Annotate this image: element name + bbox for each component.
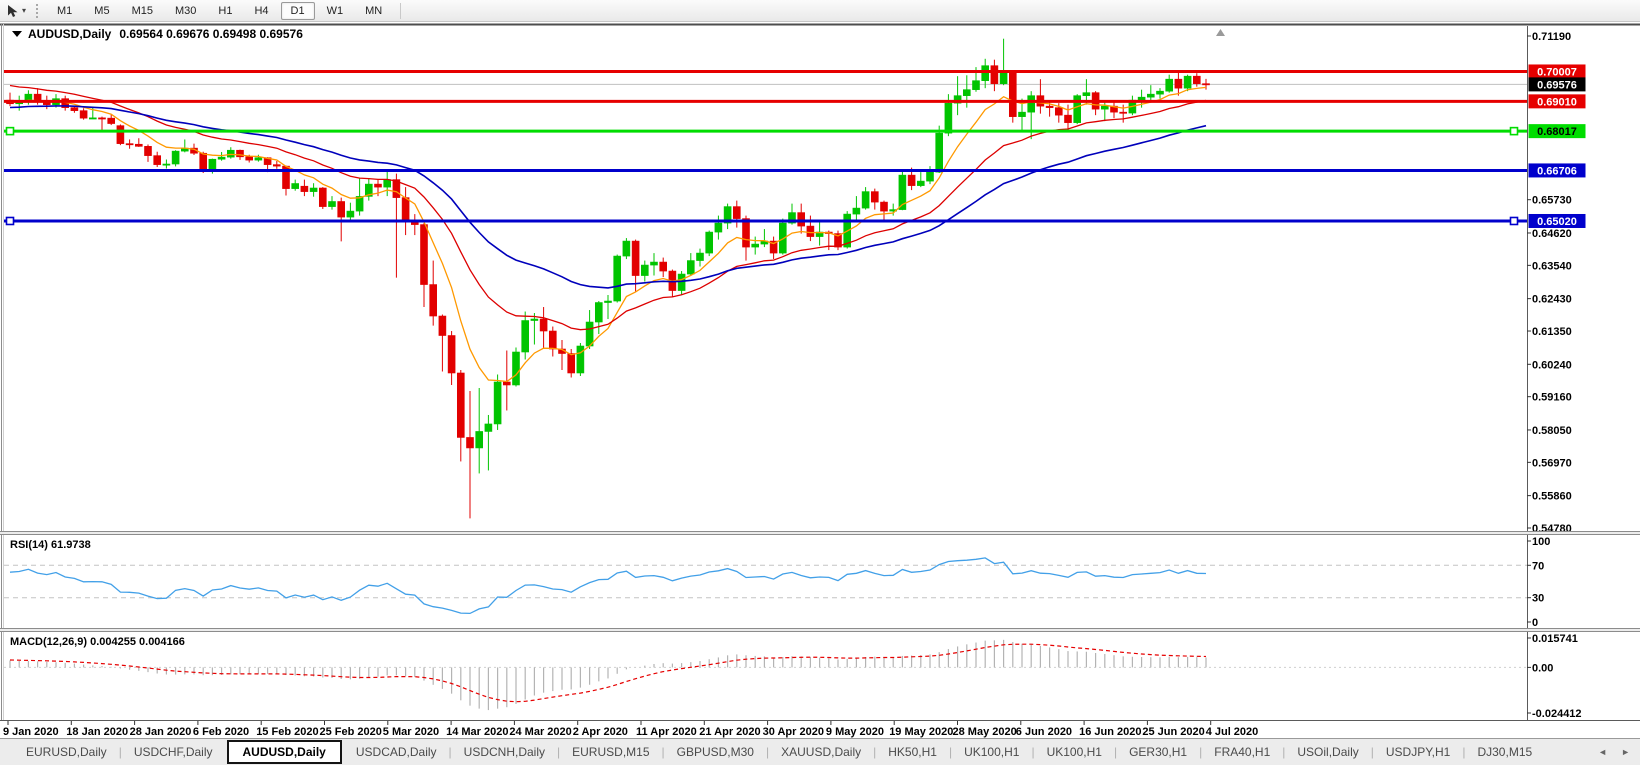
- date-tick-label: 6 Feb 2020: [193, 726, 249, 738]
- price-badge-0.68017: 0.68017: [1529, 124, 1586, 138]
- date-tick-label: 9 May 2020: [826, 726, 884, 738]
- price-badge-0.69010: 0.69010: [1529, 94, 1586, 108]
- line-drag-handle[interactable]: [7, 128, 14, 135]
- line-drag-handle[interactable]: [7, 217, 14, 224]
- tab-scroll-left-button[interactable]: ◄: [1598, 747, 1607, 757]
- date-tick-label: 25 Feb 2020: [320, 726, 382, 738]
- chart-tab-fra40-h1[interactable]: FRA40,H1: [1202, 741, 1282, 763]
- svg-text:0.65020: 0.65020: [1537, 216, 1577, 228]
- svg-text:0.68017: 0.68017: [1537, 126, 1577, 138]
- date-tick-label: 15 Feb 2020: [256, 726, 318, 738]
- chart-tab-hk50-h1[interactable]: HK50,H1: [876, 741, 949, 763]
- chart-tab-eurusd-daily[interactable]: EURUSD,Daily: [14, 741, 119, 763]
- chart-tab-uk100-h1[interactable]: UK100,H1: [1035, 741, 1114, 763]
- date-tick-label: 30 Apr 2020: [763, 726, 824, 738]
- price-tick-label: 0.65730: [1532, 195, 1572, 207]
- pointer-tool-icon: [6, 4, 20, 18]
- pane-splitter[interactable]: [0, 628, 1640, 632]
- chart-tabbar: EURUSD,Daily|USDCHF,DailyAUDUSD,DailyUSD…: [0, 738, 1640, 765]
- date-tick-label: 11 Apr 2020: [636, 726, 697, 738]
- timeframe-button-H1[interactable]: H1: [208, 2, 242, 20]
- chart-tab-eurusd-m15[interactable]: EURUSD,M15: [560, 741, 661, 763]
- toolbar-separator: [400, 3, 401, 19]
- timeframe-buttons: M1M5M15M30H1H4D1W1MN: [47, 2, 392, 20]
- date-tick-label: 19 May 2020: [889, 726, 953, 738]
- price-badge-0.66706: 0.66706: [1529, 163, 1586, 177]
- timeframe-button-M5[interactable]: M5: [84, 2, 119, 20]
- svg-text:0.69010: 0.69010: [1537, 96, 1577, 108]
- price-tick-label: 0.71190: [1532, 31, 1571, 43]
- price-tick-label: 0.62430: [1532, 294, 1572, 306]
- timeframe-button-M30[interactable]: M30: [165, 2, 206, 20]
- svg-text:0.66706: 0.66706: [1537, 165, 1577, 177]
- timeframe-button-MN[interactable]: MN: [355, 2, 392, 20]
- date-tick-label: 24 Mar 2020: [509, 726, 571, 738]
- chart-title: AUDUSD,Daily0.69564 0.69676 0.69498 0.69…: [12, 27, 303, 41]
- svg-text:0.70007: 0.70007: [1537, 66, 1577, 78]
- macd-tick-label: -0.024412: [1532, 708, 1582, 720]
- timeframe-button-M1[interactable]: M1: [47, 2, 82, 20]
- pointer-tool-button[interactable]: ▾: [3, 3, 29, 19]
- chart-tab-usdcad-daily[interactable]: USDCAD,Daily: [344, 741, 449, 763]
- rsi-tick-label: 70: [1532, 560, 1544, 572]
- chart-tab-ger30-h1[interactable]: GER30,H1: [1117, 741, 1199, 763]
- date-tick-label: 25 Jun 2020: [1142, 726, 1204, 738]
- date-tick-label: 28 Jan 2020: [130, 726, 192, 738]
- date-tick-label: 28 May 2020: [953, 726, 1017, 738]
- toolbar-grip-handle: [36, 4, 38, 18]
- chart-canvas[interactable]: AUDUSD,Daily0.69564 0.69676 0.69498 0.69…: [0, 22, 1640, 738]
- price-tick-label: 0.60240: [1532, 359, 1572, 371]
- timeframe-button-D1[interactable]: D1: [281, 2, 315, 20]
- price-tick-label: 0.55860: [1532, 491, 1572, 503]
- price-tick-label: 0.56970: [1532, 457, 1572, 469]
- macd-tick-label: 0.015741: [1532, 633, 1578, 645]
- chart-tab-usdjpy-h1[interactable]: USDJPY,H1: [1374, 741, 1462, 763]
- date-tick-label: 21 Apr 2020: [699, 726, 760, 738]
- line-drag-handle[interactable]: [1511, 217, 1518, 224]
- chart-tab-xauusd-daily[interactable]: XAUUSD,Daily: [769, 741, 873, 763]
- svg-text:AUDUSD,Daily0.69564 0.69676 0.: AUDUSD,Daily0.69564 0.69676 0.69498 0.69…: [28, 27, 303, 41]
- dropdown-caret-icon: ▾: [22, 7, 26, 15]
- price-tick-label: 0.59160: [1532, 392, 1572, 404]
- chart-tab-audusd-daily[interactable]: AUDUSD,Daily: [227, 740, 342, 764]
- price-tick-label: 0.63540: [1532, 260, 1572, 272]
- pane-splitter[interactable]: [0, 531, 1640, 535]
- timeframe-button-H4[interactable]: H4: [244, 2, 278, 20]
- svg-text:0.69576: 0.69576: [1537, 79, 1577, 91]
- rsi-tick-label: 0: [1532, 617, 1538, 629]
- rsi-label: RSI(14) 61.9738: [10, 539, 91, 551]
- chart-tab-dj30-m15[interactable]: DJ30,M15: [1465, 741, 1544, 763]
- macd-tick-label: 0.00: [1532, 662, 1553, 674]
- toolbar: ▾ M1M5M15M30H1H4D1W1MN: [0, 0, 1640, 22]
- price-tick-label: 0.58050: [1532, 425, 1572, 437]
- rsi-tick-label: 30: [1532, 593, 1544, 605]
- timeframe-button-M15[interactable]: M15: [122, 2, 163, 20]
- rsi-tick-label: 100: [1532, 536, 1550, 548]
- price-badge-0.65020: 0.65020: [1529, 214, 1586, 228]
- date-tick-label: 6 Jun 2020: [1016, 726, 1072, 738]
- date-tick-label: 18 Jan 2020: [66, 726, 128, 738]
- chart-tab-usdchf-daily[interactable]: USDCHF,Daily: [122, 741, 225, 763]
- price-tick-label: 0.64620: [1532, 228, 1572, 240]
- date-tick-label: 2 Apr 2020: [573, 726, 628, 738]
- date-tick-label: 16 Jun 2020: [1079, 726, 1141, 738]
- chart-tab-usoil-daily[interactable]: USOil,Daily: [1285, 741, 1370, 763]
- bid-price-badge: 0.69576: [1529, 77, 1586, 91]
- line-drag-handle[interactable]: [1511, 128, 1518, 135]
- chart-tab-uk100-h1[interactable]: UK100,H1: [952, 741, 1031, 763]
- date-tick-label: 9 Jan 2020: [3, 726, 59, 738]
- date-tick-label: 5 Mar 2020: [383, 726, 439, 738]
- date-tick-label: 14 Mar 2020: [446, 726, 508, 738]
- tab-scroll-right-button[interactable]: ►: [1621, 747, 1630, 757]
- date-tick-label: 4 Jul 2020: [1206, 726, 1259, 738]
- timeframe-button-W1[interactable]: W1: [317, 2, 354, 20]
- chart-tab-gbpusd-m30[interactable]: GBPUSD,M30: [665, 741, 766, 763]
- macd-label: MACD(12,26,9) 0.004255 0.004166: [10, 636, 185, 648]
- chart-tab-usdcnh-daily[interactable]: USDCNH,Daily: [452, 741, 557, 763]
- price-tick-label: 0.61350: [1532, 326, 1572, 338]
- price-badge-0.70007: 0.70007: [1529, 64, 1586, 78]
